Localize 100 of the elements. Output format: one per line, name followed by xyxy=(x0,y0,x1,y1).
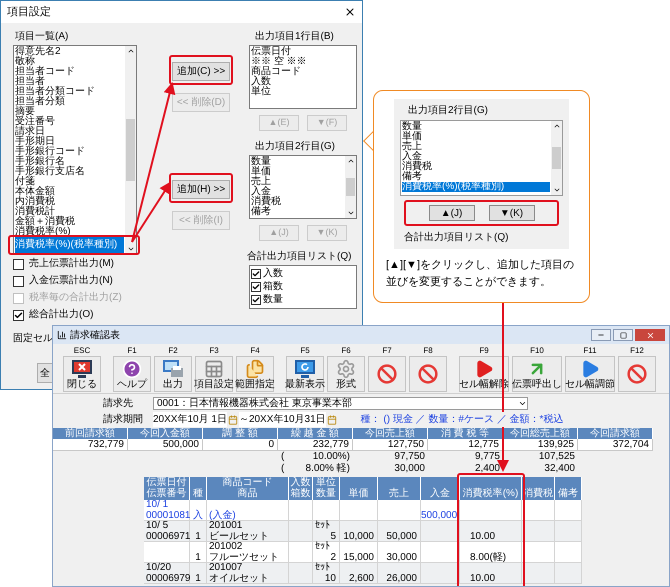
list-item[interactable]: 敬称 xyxy=(15,57,124,67)
list-item[interactable]: 入金 xyxy=(402,152,550,162)
toolbar-button[interactable]: 形式 xyxy=(327,356,365,392)
list-item[interactable]: 担当者分類 xyxy=(15,97,124,107)
calendar-icon[interactable] xyxy=(326,414,337,424)
output-list[interactable]: 伝票日付 ※※ 空 ※※ 商品コード 入数 単位 xyxy=(249,45,357,109)
scroll-up-icon[interactable] xyxy=(552,122,560,130)
list-item[interactable]: 手形銀行支店名 xyxy=(15,167,124,177)
shortcut-key: F9 xyxy=(479,345,489,356)
output-list[interactable]: 数量 単価 売上 入金 消費税 備考 xyxy=(249,155,357,219)
list-item[interactable]: 摘要 xyxy=(15,107,124,117)
toolbar-button[interactable]: セル幅調節 xyxy=(565,356,615,392)
list-item[interactable]: 売上 xyxy=(251,177,344,187)
column-header: 繰 越 金 額 xyxy=(278,428,353,439)
list-item[interactable]: 商品コード xyxy=(251,67,355,77)
list-item[interactable]: 担当者 xyxy=(15,77,124,87)
list-item[interactable]: 備考 xyxy=(402,172,550,182)
list-item[interactable]: 内消費税 xyxy=(15,197,124,207)
list-item[interactable]: 金額＋消費税 xyxy=(15,217,124,227)
toolbar-button[interactable]: 伝票呼出し xyxy=(512,356,562,392)
table-cell-text: 30,000 xyxy=(385,552,418,563)
toolbar-button[interactable]: 出力 xyxy=(154,356,192,392)
list-item[interactable]: 数量 xyxy=(402,122,550,132)
minimize-button[interactable] xyxy=(591,329,611,341)
list-item[interactable]: 単価 xyxy=(251,167,344,177)
toolbar-button[interactable]: 最新表示 xyxy=(286,356,324,392)
list-item[interactable]: ※※ 空 ※※ xyxy=(251,57,355,67)
checkbox[interactable] xyxy=(251,268,261,278)
maximize-button[interactable] xyxy=(613,329,633,341)
column-header: 消費税率(%) xyxy=(460,477,522,500)
list-item[interactable]: 箱数 xyxy=(263,279,283,294)
list-item[interactable]: 数量 xyxy=(251,157,344,167)
date-field[interactable]: ～20XX年10月31日 xyxy=(238,412,326,427)
list-item[interactable]: 入数 xyxy=(251,77,355,87)
list-item[interactable]: 手形銀行コード xyxy=(15,147,124,157)
table-cell: 232,779 xyxy=(278,439,353,451)
toolbar-button[interactable] xyxy=(618,356,656,392)
scroll-down-icon[interactable] xyxy=(346,209,354,217)
list-item[interactable]: 売上 xyxy=(402,142,550,152)
checkbox[interactable] xyxy=(251,294,261,304)
list-item[interactable]: 消費税計 xyxy=(15,207,124,217)
close-icon[interactable] xyxy=(344,6,356,18)
scroll-thumb[interactable] xyxy=(346,178,355,196)
list-item[interactable]: 得意先名2 xyxy=(15,47,124,57)
dialog-button[interactable]: 追加(C) >> xyxy=(172,62,230,81)
date-field[interactable]: 20XX年10月 1日 xyxy=(153,412,227,427)
scrollbar[interactable] xyxy=(551,121,562,195)
list-item[interactable]: 担当者コード xyxy=(15,67,124,77)
column-header: 今回入金額 xyxy=(128,428,203,439)
monitor-printer-icon xyxy=(162,358,184,378)
dialog-button[interactable]: 全 xyxy=(37,363,52,383)
dialog-button[interactable]: 追加(H) >> xyxy=(172,180,230,199)
toolbar-button[interactable]: 項目設定 xyxy=(195,356,233,392)
table-cell-text: 30,000 xyxy=(393,463,426,475)
check-icon xyxy=(14,310,23,320)
scrollbar[interactable] xyxy=(125,46,136,254)
list-item[interactable]: 手形銀行名 xyxy=(15,157,124,167)
list-item[interactable]: 単位 xyxy=(251,87,355,97)
list-item[interactable]: 手形期日 xyxy=(15,137,124,147)
list-item[interactable]: 数量 xyxy=(263,292,283,307)
list-item[interactable]: 単価 xyxy=(402,132,550,142)
list-item[interactable]: 消費税 xyxy=(251,197,344,207)
toolbar-button[interactable]: 範囲指定 xyxy=(236,356,274,392)
shortcut-key: F3 xyxy=(209,345,219,356)
list-item[interactable]: 本体金額 xyxy=(15,187,124,197)
customer-dropdown[interactable]: 0001：日本情報機器株式会社 東京事業本部 xyxy=(153,397,528,410)
checkbox[interactable] xyxy=(13,276,24,286)
list-item[interactable]: 担当者分類コード xyxy=(15,87,124,97)
window-title: 項目設定 xyxy=(7,4,51,20)
move-button[interactable]: ▲(J) xyxy=(428,205,474,221)
list-item[interactable]: 入数 xyxy=(263,266,283,281)
checkbox[interactable] xyxy=(13,258,24,270)
list-item[interactable]: 備考 xyxy=(251,207,344,217)
total-list[interactable]: 入数 箱数 数量 xyxy=(249,265,357,309)
list-item[interactable]: 消費税 xyxy=(402,162,550,172)
toolbar-button[interactable] xyxy=(368,356,406,392)
list-item[interactable]: 消費税率(%)(税率種別) xyxy=(15,237,124,253)
toolbar-button[interactable]: ヘルプ xyxy=(113,356,151,392)
dropdown-icon xyxy=(518,399,527,408)
table-cell-text: 8.00(軽) xyxy=(469,552,508,563)
checkbox[interactable] xyxy=(13,310,24,320)
move-button[interactable]: ▼(K) xyxy=(488,205,534,221)
scroll-thumb[interactable] xyxy=(552,147,561,169)
toolbar-button[interactable] xyxy=(409,356,447,392)
list-item[interactable]: 伝票日付 xyxy=(251,47,355,57)
toolbar-button[interactable]: 閉じる xyxy=(63,356,101,392)
maximize-icon xyxy=(620,332,626,338)
table-cell: ( xyxy=(281,463,284,475)
scroll-thumb[interactable] xyxy=(126,119,135,181)
scroll-down-icon[interactable] xyxy=(552,186,560,194)
checkbox[interactable] xyxy=(251,282,261,292)
list-item[interactable]: 請求日 xyxy=(15,127,124,137)
list-item[interactable]: 入金 xyxy=(251,187,344,197)
calendar-icon[interactable] xyxy=(228,414,238,424)
scrollbar[interactable] xyxy=(345,156,356,218)
scroll-up-icon[interactable] xyxy=(346,157,354,165)
scroll-up-icon[interactable] xyxy=(126,47,134,55)
list-item[interactable]: 付箋 xyxy=(15,177,124,187)
prohibited-icon xyxy=(377,364,397,384)
list-item[interactable]: 受注番号 xyxy=(15,117,124,127)
